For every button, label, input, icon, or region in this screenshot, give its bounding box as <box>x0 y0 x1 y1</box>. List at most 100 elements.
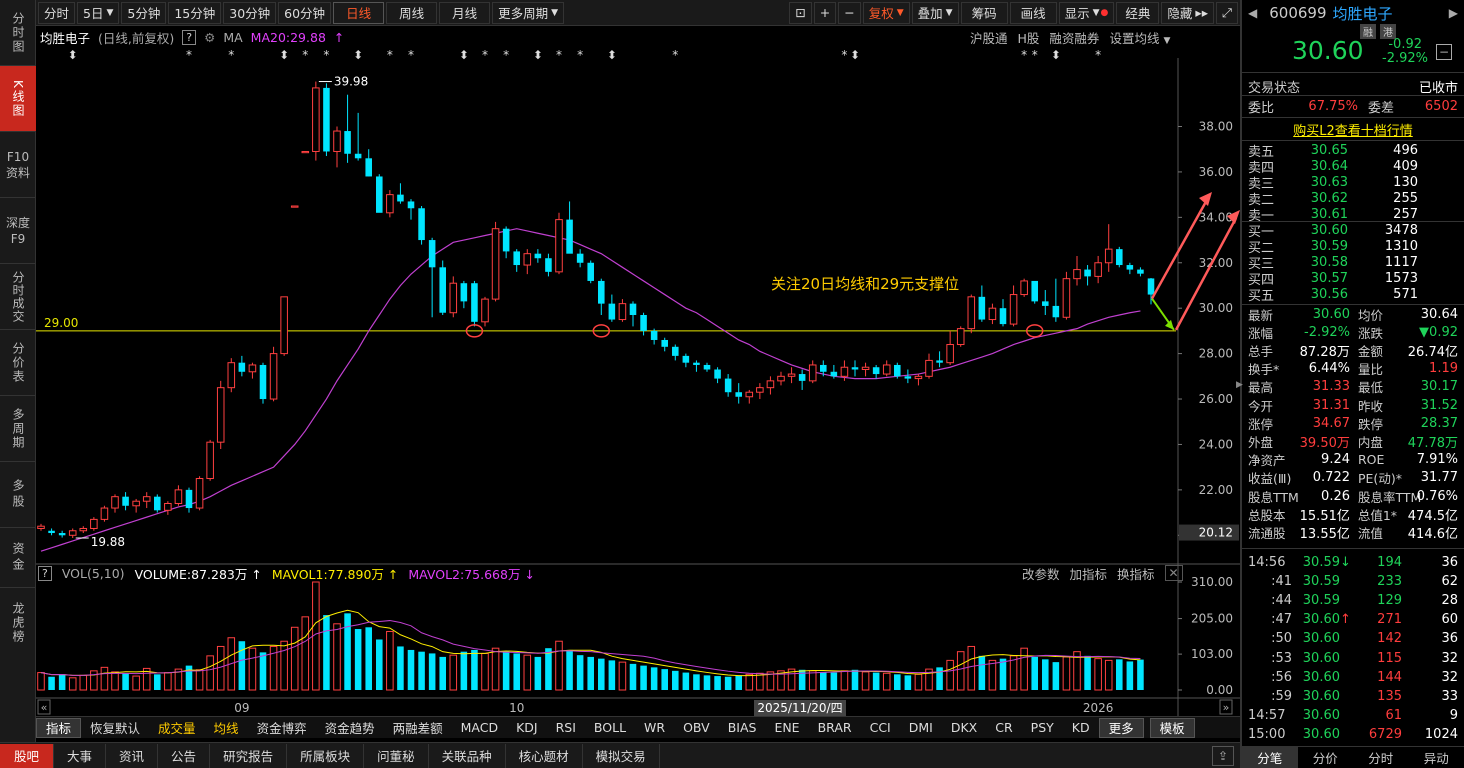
chips-button[interactable]: 筹码 <box>960 1 1008 24</box>
indicator-tab[interactable]: BRAR <box>809 718 861 738</box>
option-link[interactable]: 沪股通 <box>970 28 1008 47</box>
quote-tab[interactable]: 分价 <box>1298 747 1354 768</box>
nav-time-chart[interactable]: 分时图 <box>0 0 36 66</box>
volume-bar <box>618 661 627 691</box>
period-button[interactable]: 5分钟 <box>121 1 167 24</box>
nav-price-table[interactable]: 分价表 <box>0 330 36 396</box>
nav-kline[interactable]: K线图 <box>0 66 36 132</box>
zoom-out-icon[interactable]: − <box>838 1 861 24</box>
indicator-tab[interactable]: BIAS <box>719 718 766 738</box>
nav-multi-period[interactable]: 多周期 <box>0 396 36 462</box>
close-icon[interactable]: ✕ <box>1164 565 1183 581</box>
footer-tab[interactable]: 公告 <box>158 743 211 768</box>
period-button[interactable]: 周线 <box>386 1 438 24</box>
footer-tab[interactable]: 关联品种 <box>429 743 506 768</box>
volume-bar <box>851 669 859 690</box>
indicator-tab[interactable]: 指标 <box>36 717 82 738</box>
indicator-tab[interactable]: OBV <box>674 718 719 738</box>
order-ratio-label: 委比 <box>1248 100 1275 116</box>
footer-tab[interactable]: 研究报告 <box>210 743 288 768</box>
prev-stock-icon[interactable]: ◀ <box>1248 6 1257 20</box>
next-stock-icon[interactable]: ▶ <box>1449 6 1458 20</box>
indicator-tab[interactable]: ENE <box>765 718 808 738</box>
nav-depth[interactable]: 深度F9 <box>0 198 36 264</box>
indicator-tab[interactable]: DKX <box>942 718 986 738</box>
template-tab[interactable]: 模板 <box>1149 717 1195 738</box>
nav-f10[interactable]: F10资料 <box>0 132 36 198</box>
footer-tab[interactable]: 股吧 <box>0 743 55 768</box>
candle-body <box>407 201 415 209</box>
indicator-tab[interactable]: BOLL <box>585 718 635 738</box>
option-link[interactable]: 设置均线 ▼ <box>1109 28 1170 47</box>
period-button[interactable]: 60分钟 <box>278 1 332 24</box>
volume-bar <box>418 651 425 690</box>
indicator-tab[interactable]: CCI <box>861 718 900 738</box>
help-icon[interactable]: ? <box>38 565 52 581</box>
period-button-active[interactable]: 日线 <box>333 1 385 24</box>
footer-tab[interactable]: 大事 <box>54 743 107 768</box>
period-button[interactable]: 15分钟 <box>168 1 222 24</box>
more-indicators-tab[interactable]: 更多 <box>1098 717 1144 738</box>
indicator-tab[interactable]: RSI <box>547 718 585 738</box>
indicator-tab[interactable]: 两融差额 <box>384 718 452 738</box>
indicator-tab[interactable]: 资金趋势 <box>316 718 384 738</box>
indicator-tab[interactable]: MACD <box>452 718 507 738</box>
double-arrow-icon: ▸▸ <box>1195 5 1208 20</box>
draw-button[interactable]: 画线 <box>1009 1 1057 24</box>
candle-body <box>1084 269 1091 277</box>
quote-tab[interactable]: 分笔 <box>1242 747 1298 768</box>
indicator-tab[interactable]: PSY <box>1022 718 1063 738</box>
option-link[interactable]: 换指标 <box>1117 564 1155 583</box>
candle-body <box>418 208 425 241</box>
footer-tab[interactable]: 所属板块 <box>287 743 365 768</box>
indicator-tab[interactable]: KDJ <box>507 718 547 738</box>
classic-button[interactable]: 经典 <box>1116 1 1160 24</box>
indicator-tab[interactable]: KD <box>1063 718 1099 738</box>
overlay-button[interactable]: 叠加 ▼ <box>911 1 959 24</box>
option-link[interactable]: 加指标 <box>1070 564 1108 583</box>
period-button[interactable]: 分时 <box>38 1 76 24</box>
nav-tick[interactable]: 分时成交 <box>0 264 36 330</box>
expand-up-icon[interactable]: ⇪ <box>1212 745 1234 766</box>
l2-link[interactable]: 购买L2查看十档行情 <box>1293 120 1413 139</box>
adjust-button[interactable]: 复权 ▼ <box>862 1 910 24</box>
nav-multi-stock[interactable]: 多股 <box>0 462 36 528</box>
event-marker: * <box>228 48 234 62</box>
quote-tab[interactable]: 异动 <box>1409 747 1464 768</box>
nav-funds[interactable]: 资金 <box>0 528 36 588</box>
volume-bar <box>523 654 532 691</box>
lock-icon[interactable]: ⊡ <box>789 1 812 24</box>
nav-dragon-tiger[interactable]: 龙虎榜 <box>0 588 36 658</box>
period-button[interactable]: 5日 ▼ <box>77 1 120 24</box>
indicator-tab[interactable]: CR <box>986 718 1021 738</box>
zoom-in-icon[interactable]: + <box>813 1 837 24</box>
panel-toggle-icon[interactable]: ▶ <box>1236 372 1243 398</box>
more-periods-button[interactable]: 更多周期 ▼ <box>492 1 565 24</box>
indicator-tab[interactable]: 恢复默认 <box>81 718 149 738</box>
quote-tab[interactable]: 分时 <box>1353 747 1409 768</box>
indicator-tab[interactable]: DMI <box>900 718 942 738</box>
settings-icon[interactable]: ⚙ <box>204 30 215 45</box>
hide-button[interactable]: 隐藏 ▸▸ <box>1161 1 1214 24</box>
collapse-icon[interactable]: − <box>1436 44 1452 60</box>
option-link[interactable]: 融资融券 <box>1049 28 1099 47</box>
help-icon[interactable]: ? <box>182 29 197 45</box>
fullscreen-icon[interactable]: ⤢ <box>1215 1 1238 24</box>
display-button[interactable]: 显示 ▼ ● <box>1058 1 1115 24</box>
option-link[interactable]: H股 <box>1018 28 1040 47</box>
kline-chart[interactable]: 38.0036.0034.0032.0030.0028.0026.0024.00… <box>36 26 1240 716</box>
indicator-tab[interactable]: 资金博弈 <box>248 718 316 738</box>
vol-tick-label: 310.00 <box>1191 575 1233 589</box>
footer-tab[interactable]: 问董秘 <box>364 743 429 768</box>
footer-tab[interactable]: 核心题材 <box>506 743 583 768</box>
footer-tab[interactable]: 资讯 <box>106 743 159 768</box>
period-button[interactable]: 30分钟 <box>223 1 277 24</box>
indicator-tab[interactable]: WR <box>635 718 674 738</box>
option-link[interactable]: 改参数 <box>1022 564 1060 583</box>
footer-tab[interactable]: 模拟交易 <box>583 743 660 768</box>
trade-volume: 144 <box>1377 669 1402 685</box>
chart-area[interactable]: 38.00 36.00 34.00 32.00 30.00 28.00 26.00 24.00… <box>36 26 1240 716</box>
period-button[interactable]: 月线 <box>439 1 491 24</box>
indicator-tab[interactable]: 均线 <box>205 718 248 738</box>
indicator-tab[interactable]: 成交量 <box>149 718 205 738</box>
